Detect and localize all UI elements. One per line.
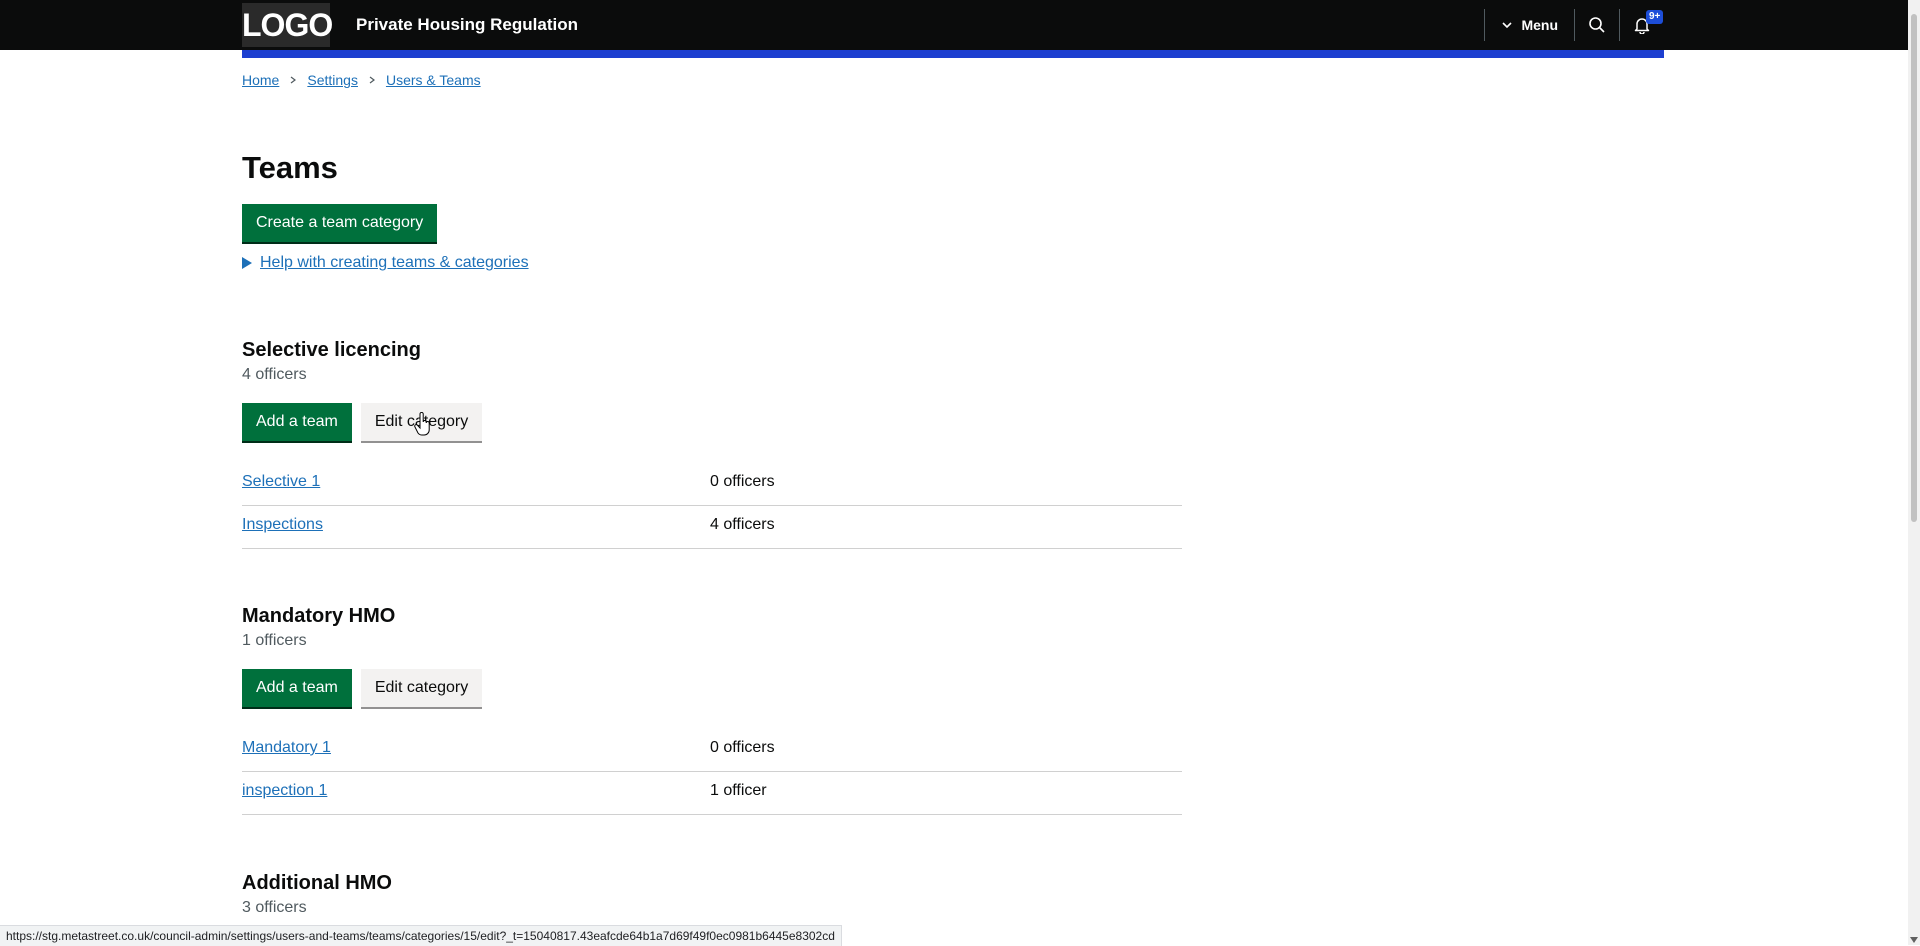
team-officer-count: 0 officers xyxy=(710,739,775,756)
notifications-button[interactable]: 9+ xyxy=(1620,0,1664,50)
table-row: Inspections 4 officers xyxy=(242,506,1182,549)
team-officer-count: 4 officers xyxy=(710,516,775,533)
breadcrumb-users-teams[interactable]: Users & Teams xyxy=(386,72,481,88)
search-button[interactable] xyxy=(1575,0,1619,50)
chevron-right-icon xyxy=(290,76,297,84)
triangle-right-icon xyxy=(242,257,252,269)
team-table: Mandatory 1 0 officers inspection 1 1 of… xyxy=(242,729,1182,815)
breadcrumb: Home Settings Users & Teams xyxy=(242,72,481,88)
menu-button[interactable]: Menu xyxy=(1485,0,1574,50)
category-title: Selective licencing xyxy=(242,339,421,361)
category-officer-count: 3 officers xyxy=(242,899,307,916)
add-team-button[interactable]: Add a team xyxy=(242,403,352,441)
category-title: Mandatory HMO xyxy=(242,605,396,627)
status-bar-url: https://stg.metastreet.co.uk/council-adm… xyxy=(0,925,842,946)
chevron-right-icon xyxy=(369,76,375,84)
category-section: Selective licencing 4 officers Add a tea… xyxy=(242,337,1182,549)
header-actions: Menu 9+ xyxy=(1484,0,1664,50)
table-row: Selective 1 0 officers xyxy=(242,463,1182,506)
team-officer-count: 1 officer xyxy=(710,782,767,799)
breadcrumb-settings[interactable]: Settings xyxy=(307,72,358,88)
category-officer-count: 1 officers xyxy=(242,632,307,649)
table-row: inspection 1 1 officer xyxy=(242,772,1182,815)
chevron-down-icon xyxy=(1502,22,1513,29)
team-link[interactable]: Mandatory 1 xyxy=(242,739,331,757)
logo[interactable]: LOGO xyxy=(242,3,333,47)
breadcrumb-home[interactable]: Home xyxy=(242,72,279,88)
accent-bar xyxy=(242,50,1664,58)
team-link[interactable]: Inspections xyxy=(242,516,323,534)
notification-badge: 9+ xyxy=(1646,10,1664,24)
site-header: LOGO Private Housing Regulation Menu 9+ xyxy=(0,0,1908,50)
category-section: Mandatory HMO 1 officers Add a team Edit… xyxy=(242,603,1182,815)
add-team-button[interactable]: Add a team xyxy=(242,669,352,707)
service-name[interactable]: Private Housing Regulation xyxy=(356,0,578,50)
help-details[interactable]: Help with creating teams & categories xyxy=(242,254,529,272)
menu-label: Menu xyxy=(1521,17,1558,33)
team-link[interactable]: inspection 1 xyxy=(242,782,327,800)
category-title: Additional HMO xyxy=(242,872,392,894)
scrollbar-thumb[interactable] xyxy=(1911,14,1917,522)
header-inner: LOGO Private Housing Regulation Menu 9+ xyxy=(242,0,1664,50)
create-team-category-button[interactable]: Create a team category xyxy=(242,204,438,242)
category-actions: Add a team Edit category xyxy=(242,669,483,707)
edit-category-button[interactable]: Edit category xyxy=(360,669,483,707)
hand-cursor-icon xyxy=(414,412,430,436)
help-link[interactable]: Help with creating teams & categories xyxy=(260,254,529,272)
scrollbar[interactable] xyxy=(1908,0,1920,945)
table-row: Mandatory 1 0 officers xyxy=(242,729,1182,772)
search-icon xyxy=(1589,17,1605,33)
team-table: Selective 1 0 officers Inspections 4 off… xyxy=(242,463,1182,549)
category-officer-count: 4 officers xyxy=(242,366,307,383)
category-section: Additional HMO 3 officers xyxy=(242,870,1182,919)
team-officer-count: 0 officers xyxy=(710,473,775,490)
category-actions: Add a team Edit category xyxy=(242,403,483,441)
page-title: Teams xyxy=(242,150,338,185)
scroll-down-arrow-icon[interactable] xyxy=(1910,937,1918,943)
team-link[interactable]: Selective 1 xyxy=(242,473,320,491)
